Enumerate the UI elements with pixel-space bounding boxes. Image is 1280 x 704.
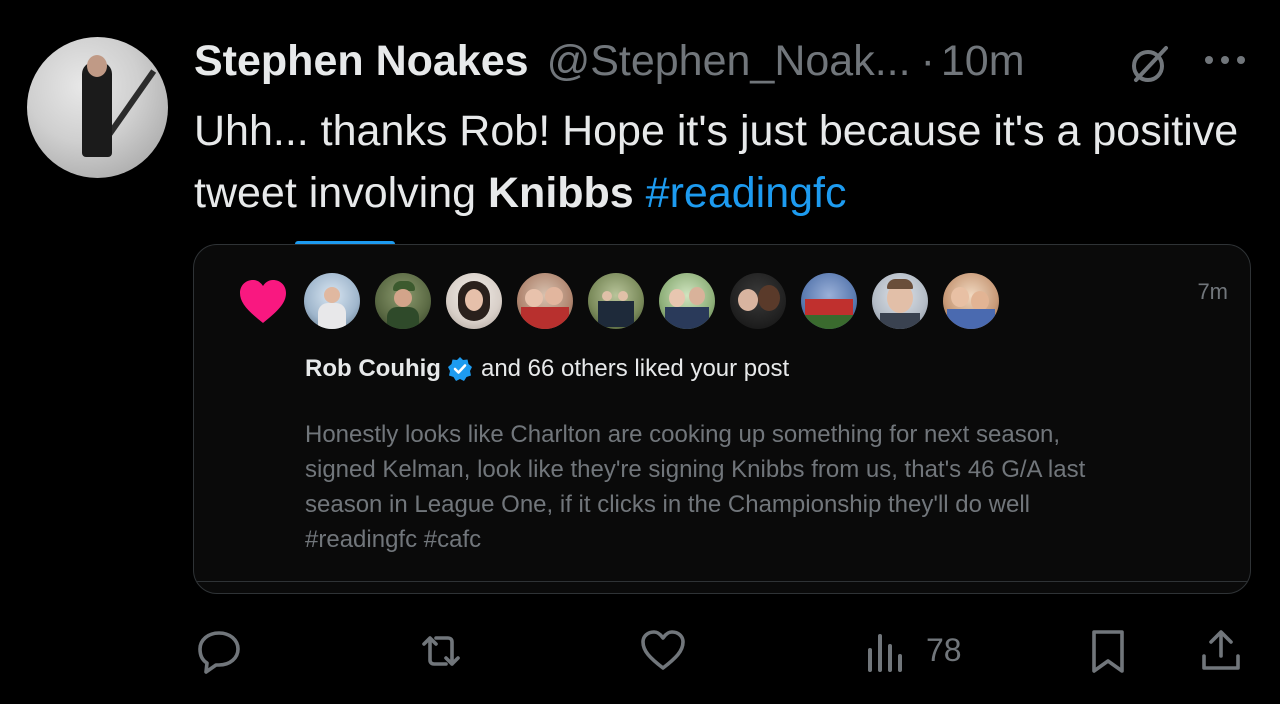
time-separator: · <box>920 36 935 85</box>
reply-icon[interactable] <box>194 626 244 676</box>
liker-avatar-4[interactable] <box>517 273 573 329</box>
notification-card[interactable]: 7m Rob Couhig and 66 others liked your p… <box>193 244 1251 594</box>
liker-name[interactable]: Rob Couhig <box>305 355 441 383</box>
liked-summary: Rob Couhig and 66 others liked your post <box>305 355 789 383</box>
share-icon[interactable] <box>1196 626 1246 676</box>
author-handle[interactable]: @Stephen_Noak... <box>547 37 911 86</box>
liked-summary-text: and 66 others liked your post <box>480 355 790 382</box>
liker-avatar-10[interactable] <box>943 273 999 329</box>
retweet-icon[interactable] <box>416 626 466 676</box>
quoted-post-text: Honestly looks like Charlton are cooking… <box>305 421 1086 553</box>
tweet: Stephen Noakes @Stephen_Noak... · 10m Uh… <box>0 0 1280 704</box>
liker-avatar-7[interactable] <box>730 273 786 329</box>
liker-avatar-9[interactable] <box>872 273 928 329</box>
liker-avatar-2[interactable] <box>375 273 431 329</box>
heart-icon <box>240 280 286 323</box>
card-time: 7m <box>1197 279 1228 304</box>
more-options-icon[interactable] <box>1202 50 1248 70</box>
liker-avatar-8[interactable] <box>801 273 857 329</box>
grok-icon[interactable] <box>1128 42 1172 86</box>
tweet-time[interactable]: 10m <box>941 37 1025 86</box>
tweet-text: Uhh... thanks Rob! Hope it's just becaus… <box>194 100 1244 224</box>
like-icon[interactable] <box>638 626 688 676</box>
tweet-text-bold: Knibbs <box>488 169 634 217</box>
views-count[interactable]: 78 <box>926 632 962 669</box>
liker-avatar-1[interactable] <box>304 273 360 329</box>
tweet-header: Stephen Noakes @Stephen_Noak... · 10m <box>194 36 1025 86</box>
card-content: 7m Rob Couhig and 66 others liked your p… <box>194 245 1250 582</box>
author-avatar[interactable] <box>27 37 168 178</box>
liker-avatars <box>304 273 999 329</box>
views-icon[interactable] <box>860 626 910 676</box>
liker-avatar-3[interactable] <box>446 273 502 329</box>
bookmark-icon[interactable] <box>1083 626 1133 676</box>
author-name[interactable]: Stephen Noakes <box>194 37 529 86</box>
liker-avatar-6[interactable] <box>659 273 715 329</box>
hashtag-link[interactable]: #readingfc <box>646 169 847 217</box>
action-bar: 78 <box>0 620 1280 680</box>
liker-avatar-5[interactable] <box>588 273 644 329</box>
verified-badge-icon <box>447 357 472 381</box>
tweet-text-space <box>634 169 646 217</box>
